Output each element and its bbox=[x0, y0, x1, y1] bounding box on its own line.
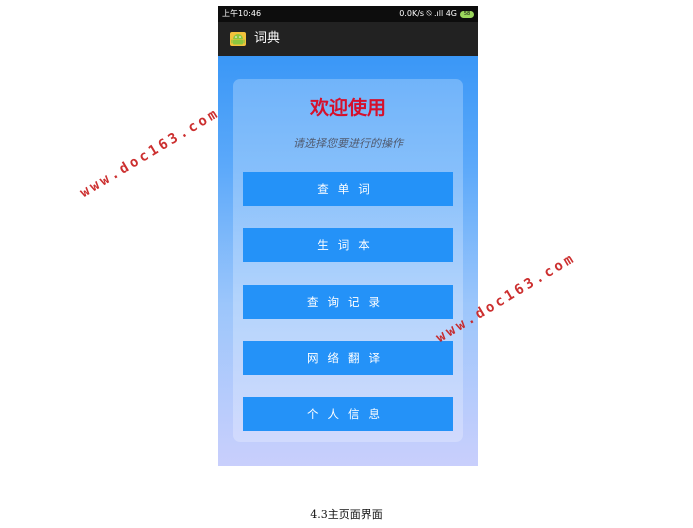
status-time: 上午10:46 bbox=[222, 9, 262, 18]
battery-icon: 58 bbox=[460, 10, 474, 18]
welcome-heading: 欢迎使用 bbox=[309, 97, 386, 119]
instruction-text: 请选择您要进行的操作 bbox=[293, 137, 403, 150]
android-robot-icon bbox=[230, 32, 246, 46]
figure-caption: 4.3主页面界面 bbox=[310, 508, 383, 521]
app-title: 词典 bbox=[254, 31, 281, 46]
status-indicators-group: 0.0K/s ⍉ .ıll 4G 58 bbox=[399, 6, 474, 22]
personal-info-button[interactable]: 个人信息 bbox=[243, 397, 453, 431]
vocabulary-book-button[interactable]: 生词本 bbox=[243, 228, 453, 262]
watermark: www.doc163.com bbox=[77, 104, 223, 202]
status-bar: 上午10:46 0.0K/s ⍉ .ıll 4G 58 bbox=[218, 6, 478, 22]
menu-card: 欢迎使用 请选择您要进行的操作 查单词 生词本 查询记录 网络翻译 个人信息 bbox=[233, 79, 463, 442]
app-bar: 词典 bbox=[218, 22, 478, 56]
web-translate-button[interactable]: 网络翻译 bbox=[243, 341, 453, 375]
search-history-button[interactable]: 查询记录 bbox=[243, 285, 453, 319]
lookup-word-button[interactable]: 查单词 bbox=[243, 172, 453, 206]
status-indicators: 0.0K/s ⍉ .ıll 4G bbox=[399, 9, 457, 18]
phone-screen: 上午10:46 0.0K/s ⍉ .ıll 4G 58 词典 欢迎使用 请选择您… bbox=[218, 6, 478, 466]
